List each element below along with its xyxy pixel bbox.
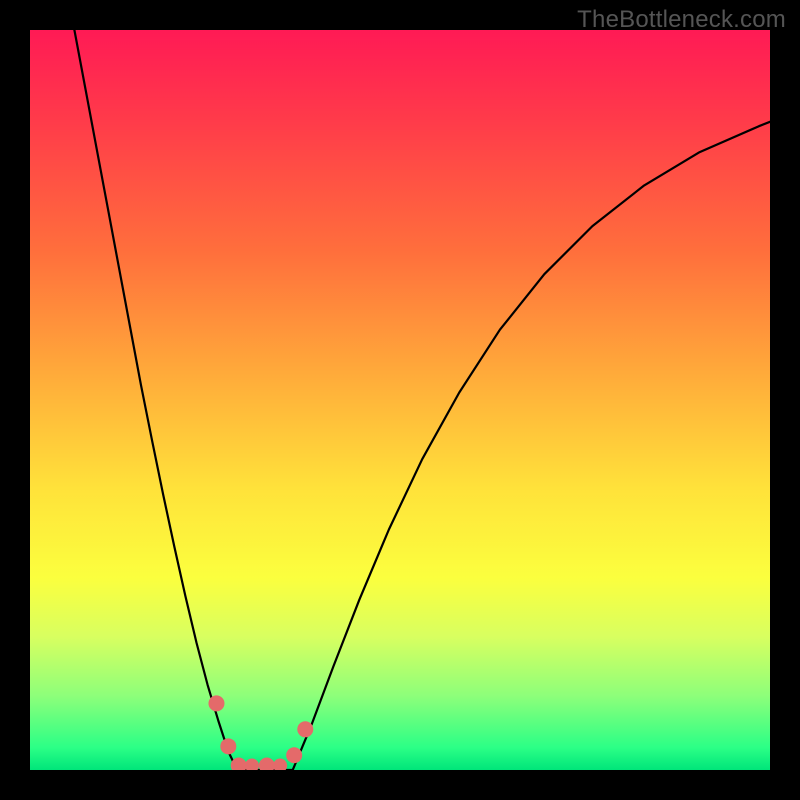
plot-area — [30, 30, 770, 770]
chart-svg — [30, 30, 770, 770]
data-marker — [220, 738, 236, 754]
data-marker — [208, 695, 224, 711]
data-marker — [297, 721, 313, 737]
data-marker — [286, 747, 302, 763]
gradient-background — [30, 30, 770, 770]
outer-frame: TheBottleneck.com — [0, 0, 800, 800]
